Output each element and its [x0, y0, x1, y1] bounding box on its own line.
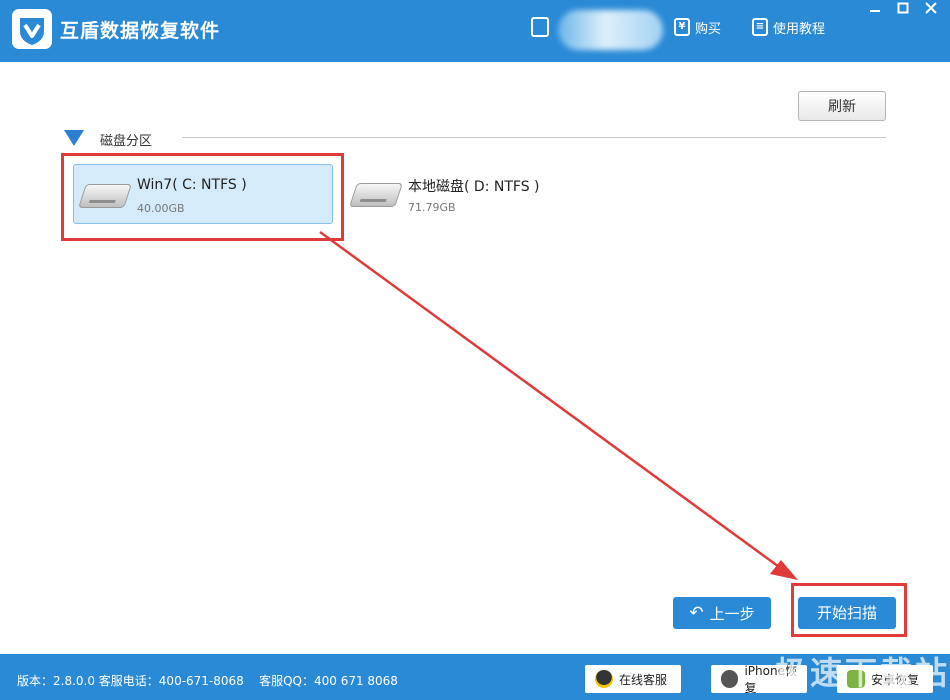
back-arrow-icon: ↶ [689, 603, 704, 623]
app-title: 互盾数据恢复软件 [60, 20, 221, 42]
user-icon[interactable] [531, 17, 549, 37]
qq-penguin-icon [595, 670, 613, 688]
footer-info: 版本：2.8.0.0 客服电话：400-671-8068 客服QQ：400 67… [17, 672, 398, 689]
close-button[interactable] [918, 0, 944, 20]
disk-item-d[interactable]: 本地磁盘( D: NTFS ) 71.79GB [345, 164, 605, 224]
buy-button[interactable]: ¥ 购买 [674, 16, 721, 38]
minimize-button[interactable] [862, 0, 888, 20]
section-divider [182, 137, 886, 138]
user-avatar-blurred [558, 10, 663, 50]
refresh-button[interactable]: 刷新 [798, 91, 886, 121]
online-service-label: 在线客服 [619, 672, 668, 687]
main-content: 刷新 磁盘分区 Win7( C: NTFS ) 40.00GB 本地磁盘( D:… [0, 62, 950, 654]
annotation-highlight-disk [61, 153, 344, 241]
online-service-button[interactable]: 在线客服 [585, 665, 681, 693]
maximize-button[interactable] [890, 0, 916, 20]
title-bar: 互盾数据恢复软件 ¥ 购买 ≡ 使用教程 [0, 0, 950, 62]
buy-label: 购买 [695, 21, 722, 37]
back-label: 上一步 [709, 604, 755, 623]
version-contact-text: 版本：2.8.0.0 客服电话：400-671-8068 [17, 674, 244, 688]
document-icon: ≡ [752, 18, 768, 36]
disk-size: 71.79GB [408, 201, 456, 214]
hard-drive-icon [349, 183, 403, 207]
qq-contact-text: 客服QQ：400 671 8068 [259, 674, 398, 688]
apple-icon [721, 670, 739, 688]
disk-name: 本地磁盘( D: NTFS ) [408, 179, 540, 195]
collapse-triangle-icon[interactable] [64, 130, 84, 146]
section-title: 磁盘分区 [100, 134, 153, 149]
app-logo-icon [12, 9, 52, 49]
yen-icon: ¥ [674, 18, 690, 36]
tutorial-label: 使用教程 [773, 21, 826, 37]
tutorial-button[interactable]: ≡ 使用教程 [752, 16, 825, 38]
watermark-text: 极速下载站 [775, 654, 950, 692]
annotation-highlight-scan [791, 583, 907, 637]
back-button[interactable]: ↶ 上一步 [673, 597, 771, 629]
